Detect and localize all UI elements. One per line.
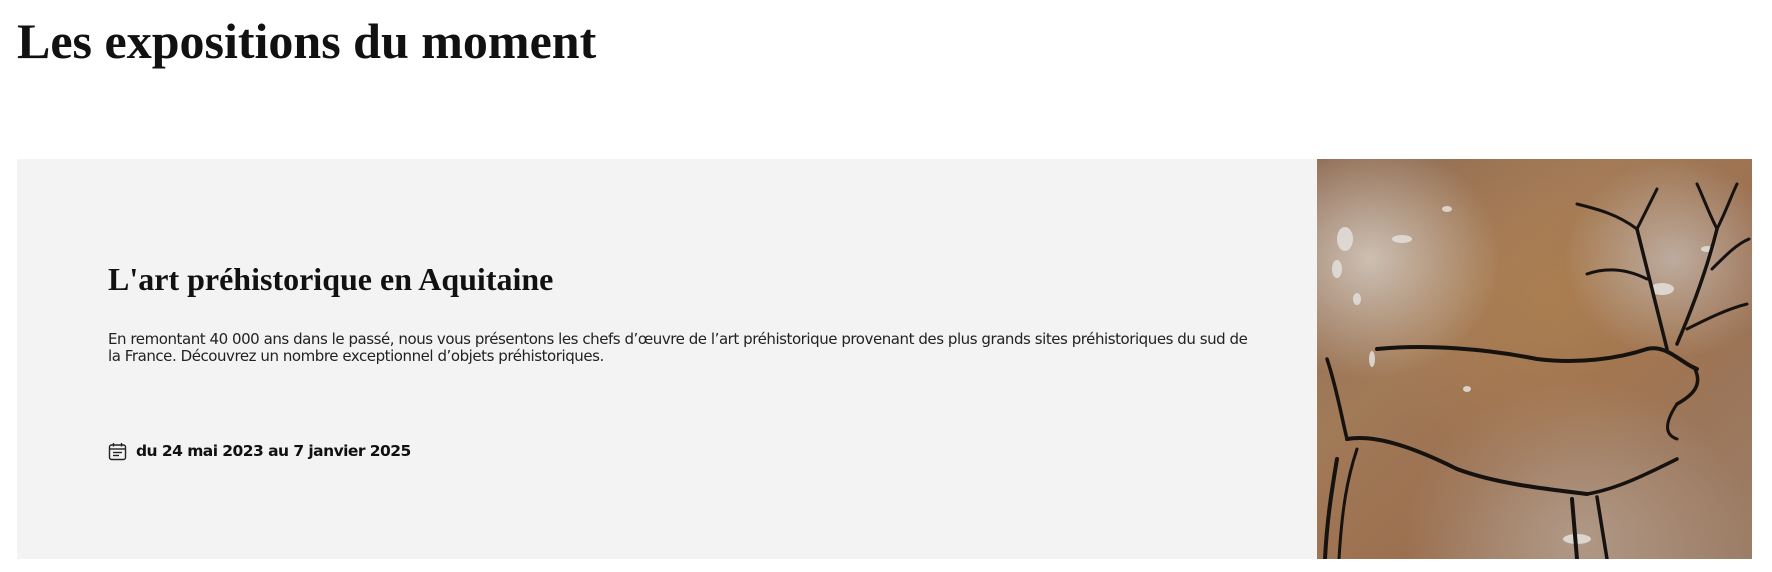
exhibition-dates-text: du 24 mai 2023 au 7 janvier 2025 — [136, 442, 411, 460]
exhibition-description: En remontant 40 000 ans dans le passé, n… — [108, 330, 1248, 365]
exhibition-title[interactable]: L'art préhistorique en Aquitaine — [108, 258, 553, 300]
exhibition-dates: du 24 mai 2023 au 7 janvier 2025 — [108, 439, 411, 463]
calendar-icon — [108, 442, 127, 461]
exhibition-image[interactable] — [1317, 159, 1752, 559]
page-title: Les expositions du moment — [17, 13, 597, 69]
cave-deer-painting — [1317, 159, 1752, 559]
exhibition-card[interactable]: L'art préhistorique en Aquitaine En remo… — [17, 159, 1752, 559]
exhibition-card-body: L'art préhistorique en Aquitaine En remo… — [17, 159, 1317, 559]
